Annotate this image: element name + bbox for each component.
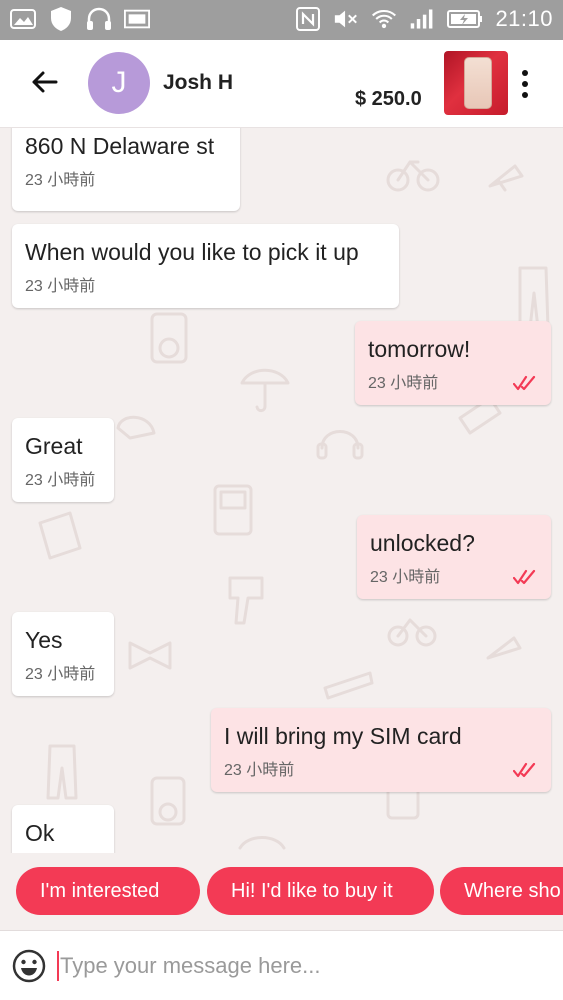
message-bubble-incoming[interactable]: When would you like to pick it up 23 小時前 bbox=[12, 224, 399, 308]
message-bubble-outgoing[interactable]: tomorrow! 23 小時前 bbox=[355, 321, 551, 405]
shield-icon bbox=[48, 6, 74, 32]
emoji-icon[interactable] bbox=[12, 949, 46, 983]
double-check-icon bbox=[513, 569, 536, 585]
message-bubble-incoming[interactable]: Great 23 小時前 bbox=[12, 418, 114, 502]
quick-reply-chip[interactable]: Hi! I'd like to buy it bbox=[207, 867, 434, 915]
message-text: unlocked? bbox=[370, 530, 475, 556]
message-text: 860 N Delaware st bbox=[25, 133, 215, 159]
status-bar: 21:10 bbox=[0, 0, 563, 40]
message-input[interactable] bbox=[60, 945, 540, 987]
chat-header: J Josh H $ 250.0 bbox=[0, 40, 563, 128]
avatar[interactable]: J bbox=[88, 52, 150, 114]
contact-name[interactable]: Josh H bbox=[163, 71, 233, 95]
message-time: 23 小時前 bbox=[25, 172, 96, 189]
message-text: Yes bbox=[25, 627, 63, 653]
message-bubble-incoming[interactable]: Ok bbox=[12, 805, 114, 853]
double-check-icon bbox=[513, 762, 536, 778]
clock: 21:10 bbox=[495, 6, 553, 31]
message-time: 23 小時前 bbox=[224, 762, 295, 779]
double-check-icon bbox=[513, 375, 536, 391]
wifi-icon bbox=[371, 6, 397, 32]
message-bubble-incoming[interactable]: 860 N Delaware st 23 小時前 bbox=[12, 128, 240, 211]
message-text: tomorrow! bbox=[368, 336, 471, 362]
message-text: When would you like to pick it up bbox=[25, 239, 359, 265]
quick-reply-chip[interactable]: Where sho bbox=[440, 867, 563, 915]
message-bubble-outgoing[interactable]: unlocked? 23 小時前 bbox=[357, 515, 551, 599]
product-thumbnail[interactable] bbox=[444, 51, 508, 115]
message-text: Ok bbox=[25, 820, 55, 846]
gallery-icon bbox=[10, 6, 36, 32]
image-icon bbox=[124, 6, 150, 32]
arrow-left-icon bbox=[32, 71, 58, 93]
message-list[interactable]: 860 N Delaware st 23 小時前 When would you … bbox=[0, 128, 563, 853]
quick-replies: I'm interested Hi! I'd like to buy it Wh… bbox=[0, 864, 563, 918]
signal-icon bbox=[409, 6, 435, 32]
message-text: Great bbox=[25, 433, 83, 459]
message-time: 23 小時前 bbox=[25, 666, 96, 683]
listing-price: $ 250.0 bbox=[355, 88, 422, 110]
mute-icon bbox=[333, 6, 359, 32]
more-options-button[interactable] bbox=[514, 62, 536, 106]
message-time: 23 小時前 bbox=[25, 472, 96, 489]
message-composer bbox=[0, 930, 563, 1000]
text-cursor bbox=[57, 951, 59, 981]
battery-icon bbox=[447, 6, 483, 32]
message-text: I will bring my SIM card bbox=[224, 723, 462, 749]
back-button[interactable] bbox=[22, 60, 66, 104]
message-bubble-incoming[interactable]: Yes 23 小時前 bbox=[12, 612, 114, 696]
nfc-icon bbox=[295, 6, 321, 32]
message-bubble-outgoing[interactable]: I will bring my SIM card 23 小時前 bbox=[211, 708, 551, 792]
message-time: 23 小時前 bbox=[25, 278, 96, 295]
headphones-icon bbox=[86, 6, 112, 32]
quick-reply-chip[interactable]: I'm interested bbox=[16, 867, 200, 915]
